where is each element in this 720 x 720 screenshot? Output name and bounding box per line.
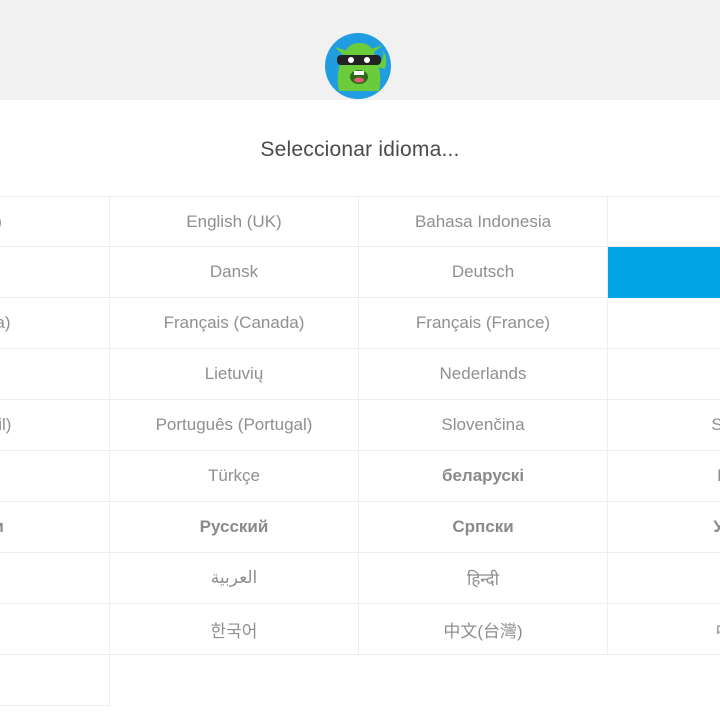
language-option[interactable]: Ελλ — [608, 451, 720, 502]
language-option[interactable]: (Brasil) — [0, 400, 110, 451]
language-option[interactable]: spaña) — [0, 298, 110, 349]
language-option[interactable]: Ca — [608, 196, 720, 247]
language-option[interactable]: 中文 — [608, 604, 720, 655]
language-option[interactable]: हिन्दी — [359, 553, 608, 604]
language-option[interactable]: Русский — [110, 502, 359, 553]
language-option[interactable]: Slovenčina — [359, 400, 608, 451]
language-option[interactable]: Po — [608, 349, 720, 400]
language-option[interactable]: Lietuvių — [110, 349, 359, 400]
language-option[interactable]: Français (France) — [359, 298, 608, 349]
language-option[interactable]: (US) — [0, 196, 110, 247]
language-option[interactable]: Slove — [608, 400, 720, 451]
language-option[interactable]: Deutsch — [359, 247, 608, 298]
language-option[interactable]: 中文(台灣) — [359, 604, 608, 655]
language-option[interactable]: оски — [0, 502, 110, 553]
language-option[interactable]: Bahasa Indonesia — [359, 196, 608, 247]
language-option[interactable]: ব — [608, 553, 720, 604]
language-option[interactable]: eg — [0, 247, 110, 298]
page-title: Seleccionar idioma... — [260, 138, 460, 161]
language-option[interactable]: 語 — [0, 655, 110, 706]
language-option[interactable]: Hrv — [608, 298, 720, 349]
language-option[interactable]: Việt — [0, 451, 110, 502]
language-option[interactable]: Nederlands — [359, 349, 608, 400]
language-option[interactable]: Укра — [608, 502, 720, 553]
language-option[interactable]: العربية — [110, 553, 359, 604]
language-option[interactable]: ी — [0, 604, 110, 655]
language-option[interactable]: 한국어 — [110, 604, 359, 655]
language-option[interactable]: y — [0, 553, 110, 604]
language-option[interactable]: Português (Portugal) — [110, 400, 359, 451]
language-option[interactable]: Es — [608, 247, 720, 298]
header-bar — [0, 0, 720, 100]
language-option[interactable]: Dansk — [110, 247, 359, 298]
language-option[interactable]: Türkçe — [110, 451, 359, 502]
language-option[interactable]: Српски — [359, 502, 608, 553]
language-option[interactable]: English (UK) — [110, 196, 359, 247]
classdojo-avatar-icon — [325, 33, 391, 99]
language-option[interactable]: беларускі — [359, 451, 608, 502]
language-option[interactable]: no — [0, 349, 110, 400]
language-option[interactable]: Français (Canada) — [110, 298, 359, 349]
language-grid: (US)English (UK)Bahasa IndonesiaCa egDans… — [0, 196, 720, 720]
